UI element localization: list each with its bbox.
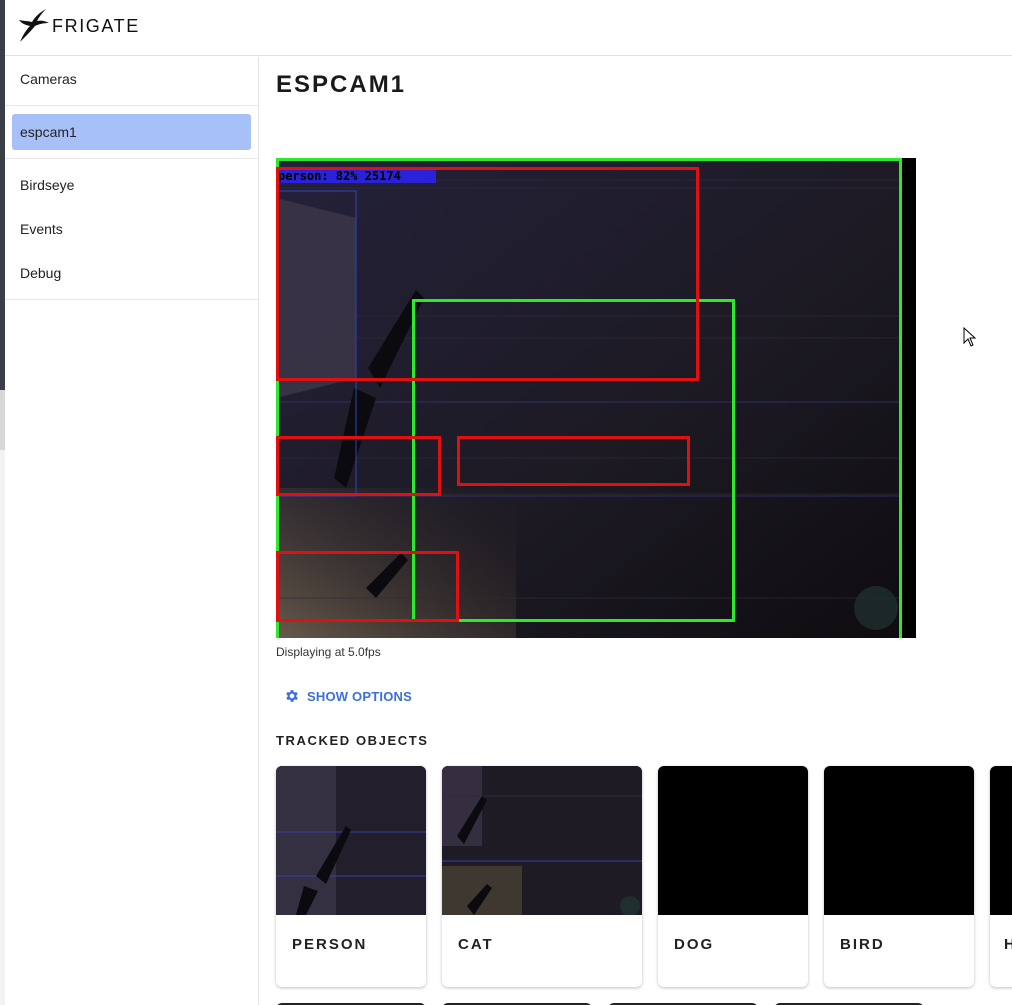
tracked-objects-grid: PERSON CAT DOG BIRD H [276, 766, 1012, 1005]
tracked-object-card-dog[interactable]: DOG [658, 766, 808, 987]
detection-label: person: 82% 25174 [278, 169, 401, 183]
tracked-object-label: H [1004, 936, 1012, 953]
person-snapshot-icon [276, 766, 426, 915]
camera-feed[interactable]: person: 82% 25174 [276, 158, 916, 638]
sidebar-divider [5, 158, 259, 159]
tracked-object-label: BIRD [840, 936, 885, 953]
tracked-object-card-partial[interactable]: H [990, 766, 1012, 987]
gear-icon [286, 690, 298, 702]
dog-snapshot-icon [658, 766, 808, 915]
fps-indicator: Displaying at 5.0fps [276, 645, 381, 659]
sidebar-item-debug[interactable]: Debug [12, 255, 251, 291]
tracked-object-card-bird[interactable]: BIRD [824, 766, 974, 987]
tracked-object-card-cat[interactable]: CAT [442, 766, 642, 987]
main-content: ESPCAM1 person: 82% 25174 Displaying at … [260, 57, 1012, 1005]
sidebar-item-events[interactable]: Events [12, 211, 251, 247]
sidebar-divider [5, 299, 259, 300]
partial-snapshot-icon [990, 766, 1012, 915]
show-options-button[interactable]: SHOW OPTIONS [284, 685, 412, 707]
page-title: ESPCAM1 [276, 71, 407, 98]
tracked-object-label: PERSON [292, 936, 368, 953]
sidebar: Cameras espcam1 Birdseye Events Debug [5, 57, 259, 1005]
tracked-objects-title: TRACKED OBJECTS [276, 733, 429, 748]
mouse-cursor-icon [963, 327, 977, 347]
brand-title[interactable]: FRIGATE [52, 16, 140, 37]
sidebar-item-espcam1[interactable]: espcam1 [12, 114, 251, 150]
bird-snapshot-icon [824, 766, 974, 915]
frigate-bird-icon[interactable] [17, 8, 51, 44]
tracked-object-label: CAT [458, 936, 494, 953]
app-header: FRIGATE [5, 0, 1012, 56]
sidebar-divider [5, 105, 259, 106]
sidebar-item-birdseye[interactable]: Birdseye [12, 167, 251, 203]
sidebar-item-cameras[interactable]: Cameras [12, 61, 251, 97]
camera-feed-image: person: 82% 25174 [276, 158, 916, 638]
tracked-object-label: DOG [674, 936, 715, 953]
tracked-object-card-person[interactable]: PERSON [276, 766, 426, 987]
cat-snapshot-icon [442, 766, 642, 916]
show-options-label: SHOW OPTIONS [307, 688, 412, 704]
